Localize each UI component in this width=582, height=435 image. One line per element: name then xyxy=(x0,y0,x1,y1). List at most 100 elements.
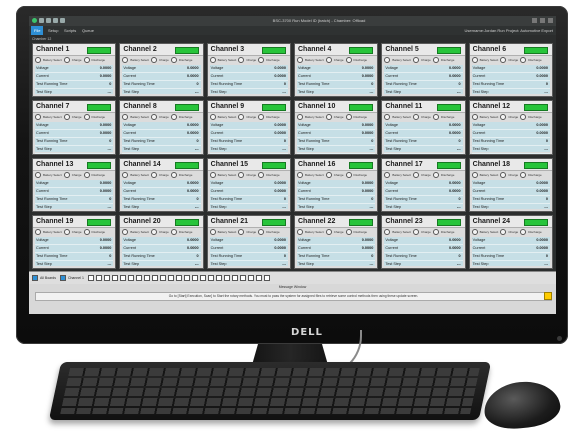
mode-radio[interactable] xyxy=(520,114,527,121)
mode-radio[interactable] xyxy=(471,171,478,178)
channel-card[interactable]: Channel 15 Battery Select Charge Discharge V… xyxy=(206,157,291,212)
mode-radio[interactable] xyxy=(35,228,41,235)
mode-radio[interactable] xyxy=(500,228,507,235)
channel-checkbox[interactable] xyxy=(239,275,246,281)
mode-radio[interactable] xyxy=(238,57,245,63)
minimize-icon[interactable] xyxy=(532,18,537,23)
channel-card[interactable]: Channel 3 Battery Select Charge Discharge Vo… xyxy=(206,43,291,98)
mode-radio[interactable] xyxy=(384,57,391,63)
mode-radio[interactable] xyxy=(432,57,439,63)
channel-card[interactable]: Channel 21 Battery Select Charge Discharge V… xyxy=(206,214,291,269)
mode-radio[interactable] xyxy=(413,57,420,63)
mode-radio[interactable] xyxy=(345,171,352,178)
channel-checkbox[interactable] xyxy=(95,275,102,281)
tab-queue[interactable]: Queue xyxy=(79,26,97,35)
channel-checkbox[interactable] xyxy=(183,275,190,281)
close-icon[interactable] xyxy=(548,18,553,23)
mode-radio[interactable] xyxy=(520,57,527,63)
print-icon[interactable] xyxy=(53,18,58,23)
channel-card[interactable]: Channel 10 Battery Select Charge Discharge V… xyxy=(294,100,379,155)
mode-radio[interactable] xyxy=(258,171,265,178)
channel-card[interactable]: Channel 6 Battery Select Charge Discharge Vo… xyxy=(468,43,553,98)
mode-radio[interactable] xyxy=(209,228,216,235)
mode-radio[interactable] xyxy=(384,171,391,178)
channel-checkbox[interactable] xyxy=(167,275,174,281)
mode-radio[interactable] xyxy=(83,114,90,121)
channel-checkbox[interactable] xyxy=(127,275,134,281)
mode-radio[interactable] xyxy=(63,171,70,178)
mode-radio[interactable] xyxy=(238,228,245,235)
mode-radio[interactable] xyxy=(63,114,70,121)
channel-card[interactable]: Channel 20 Battery Select Charge Discharge V… xyxy=(119,214,204,269)
mode-radio[interactable] xyxy=(345,228,352,235)
mode-radio[interactable] xyxy=(297,114,303,121)
channel-card[interactable]: Channel 17 Battery Select Charge Discharge V… xyxy=(381,157,466,212)
mode-radio[interactable] xyxy=(35,171,41,178)
channel-checkbox[interactable] xyxy=(247,275,254,281)
channel-checkbox[interactable] xyxy=(59,275,66,281)
mode-radio[interactable] xyxy=(520,171,527,178)
open-icon[interactable] xyxy=(39,18,44,23)
mode-radio[interactable] xyxy=(432,228,439,235)
mode-radio[interactable] xyxy=(471,57,478,63)
channel-checkbox[interactable] xyxy=(111,275,118,281)
mode-radio[interactable] xyxy=(500,57,507,63)
channel-card[interactable]: Channel 7 Battery Select Charge Discharge Vo… xyxy=(32,100,117,155)
channel-checkbox[interactable] xyxy=(159,275,166,281)
channel-card[interactable]: Channel 18 Battery Select Charge Discharge V… xyxy=(468,157,553,212)
channel-checkbox[interactable] xyxy=(87,275,94,281)
tab-file[interactable]: File xyxy=(31,26,44,35)
maximize-icon[interactable] xyxy=(540,18,545,23)
mode-radio[interactable] xyxy=(151,57,158,63)
channel-checkbox[interactable] xyxy=(199,275,206,281)
channel-card[interactable]: Channel 1 Battery Select Charge Discharge Vo… xyxy=(32,43,117,98)
mode-radio[interactable] xyxy=(258,57,265,63)
mode-radio[interactable] xyxy=(258,228,265,235)
channel-checkbox[interactable] xyxy=(119,275,126,281)
mode-radio[interactable] xyxy=(325,57,332,63)
mode-radio[interactable] xyxy=(432,114,439,121)
channel-checkbox[interactable] xyxy=(207,275,214,281)
save-icon[interactable] xyxy=(46,18,51,23)
mode-radio[interactable] xyxy=(209,171,216,178)
mode-radio[interactable] xyxy=(122,228,129,235)
mode-radio[interactable] xyxy=(297,171,303,178)
mode-radio[interactable] xyxy=(151,228,158,235)
mode-radio[interactable] xyxy=(35,57,41,63)
channel-checkbox[interactable] xyxy=(223,275,230,281)
mode-radio[interactable] xyxy=(345,114,352,121)
mode-radio[interactable] xyxy=(35,114,41,121)
mode-radio[interactable] xyxy=(413,228,420,235)
mode-radio[interactable] xyxy=(325,114,332,121)
mode-radio[interactable] xyxy=(83,171,90,178)
channel-card[interactable]: Channel 24 Battery Select Charge Discharge V… xyxy=(468,214,553,269)
mode-radio[interactable] xyxy=(413,171,420,178)
mode-radio[interactable] xyxy=(122,57,129,63)
mode-radio[interactable] xyxy=(258,114,265,121)
tab-scripts[interactable]: Scripts xyxy=(61,26,79,35)
channel-card[interactable]: Channel 5 Battery Select Charge Discharge Vo… xyxy=(381,43,466,98)
all-boards-checkbox[interactable] xyxy=(32,275,38,281)
mode-radio[interactable] xyxy=(122,171,129,178)
mode-radio[interactable] xyxy=(151,171,158,178)
mode-radio[interactable] xyxy=(432,171,439,178)
channel-checkbox[interactable] xyxy=(231,275,238,281)
mode-radio[interactable] xyxy=(384,228,391,235)
channel-card[interactable]: Channel 16 Battery Select Charge Discharge V… xyxy=(294,157,379,212)
mode-radio[interactable] xyxy=(325,171,332,178)
mode-radio[interactable] xyxy=(500,114,507,121)
mode-radio[interactable] xyxy=(297,57,303,63)
mode-radio[interactable] xyxy=(209,114,216,121)
channel-card[interactable]: Channel 13 Battery Select Charge Discharge V… xyxy=(32,157,117,212)
channel-checkbox[interactable] xyxy=(151,275,158,281)
mode-radio[interactable] xyxy=(63,57,70,63)
mode-radio[interactable] xyxy=(471,228,478,235)
mode-radio[interactable] xyxy=(170,228,177,235)
mode-radio[interactable] xyxy=(209,57,216,63)
channel-card[interactable]: Channel 14 Battery Select Charge Discharge V… xyxy=(119,157,204,212)
channel-card[interactable]: Channel 12 Battery Select Charge Discharge V… xyxy=(468,100,553,155)
settings-icon[interactable] xyxy=(60,18,65,23)
mode-radio[interactable] xyxy=(170,57,177,63)
mode-radio[interactable] xyxy=(122,114,129,121)
channel-checkbox[interactable] xyxy=(143,275,150,281)
